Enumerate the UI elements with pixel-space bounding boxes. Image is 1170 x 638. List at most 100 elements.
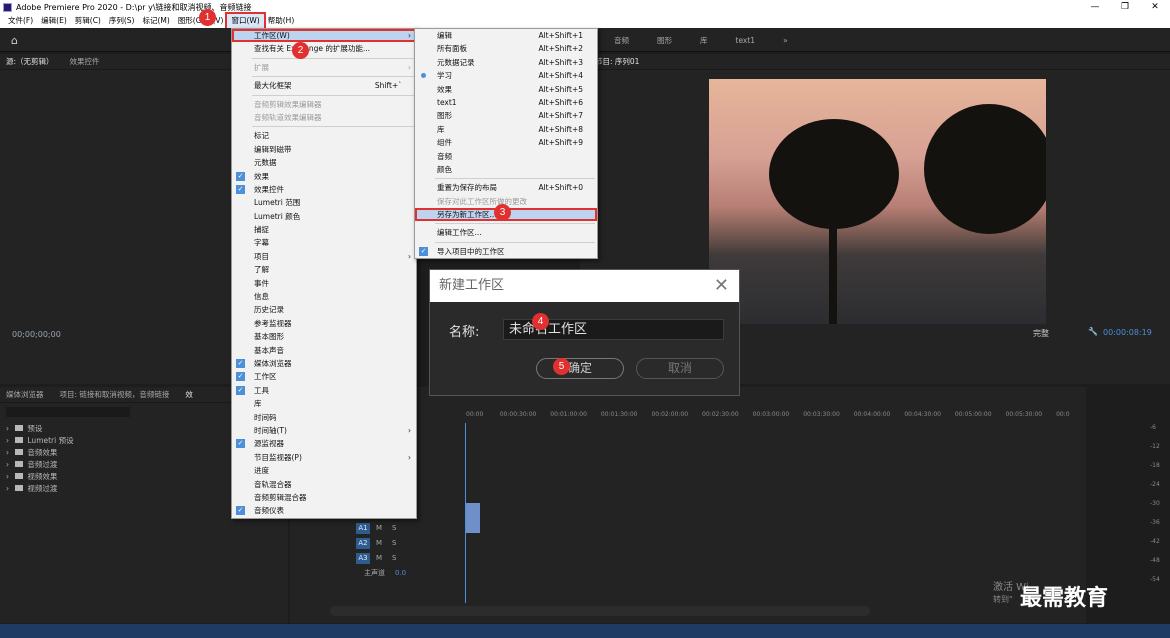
window_menu-item[interactable]: 元数据: [232, 156, 416, 169]
window_menu-item[interactable]: 捕捉: [232, 223, 416, 236]
workspace_submenu-item[interactable]: 音频: [415, 150, 597, 163]
maximize-button[interactable]: ❐: [1110, 0, 1140, 14]
window_menu-item[interactable]: Lumetri 范围: [232, 196, 416, 209]
window_menu-item[interactable]: ✓ 源监视器: [232, 437, 416, 450]
workspace_submenu-item[interactable]: 元数据记录 Alt+Shift+3: [415, 56, 597, 69]
step-badge-4: 4: [532, 313, 549, 330]
window_menu-item[interactable]: ✓ 音频仪表: [232, 504, 416, 517]
window_menu-item[interactable]: 音轨混合器: [232, 478, 416, 491]
audio-clip[interactable]: [466, 503, 480, 533]
home-icon[interactable]: ⌂: [11, 34, 18, 47]
window_menu-item[interactable]: Lumetri 颜色: [232, 210, 416, 223]
window_menu-item[interactable]: 节目监视器(P) ›: [232, 451, 416, 464]
track-a2-solo[interactable]: S: [392, 539, 396, 547]
tree-item-lumetri-presets[interactable]: › Lumetri 预设: [6, 435, 74, 446]
window_menu-item[interactable]: 参考监视器: [232, 317, 416, 330]
window_menu-item[interactable]: 基本声音: [232, 344, 416, 357]
track-a2-target[interactable]: A2: [356, 537, 370, 549]
menu-edit[interactable]: 编辑(E): [37, 14, 71, 28]
menu-clip[interactable]: 剪辑(C): [71, 14, 105, 28]
more-workspaces-icon[interactable]: »: [783, 36, 788, 45]
ok-button[interactable]: 确定: [536, 358, 624, 379]
window_menu-item[interactable]: 时间码: [232, 411, 416, 424]
workspace_submenu-item[interactable]: 效果 Alt+Shift+5: [415, 83, 597, 96]
track-a1-target[interactable]: A1: [356, 522, 370, 534]
menu-window[interactable]: 窗口(W): [225, 12, 266, 30]
window_menu-item-label: 基本声音: [254, 345, 284, 355]
tab-graphics[interactable]: 图形: [657, 35, 672, 46]
tab-media-browser[interactable]: 媒体浏览器: [6, 389, 44, 400]
track-a1-solo[interactable]: S: [392, 524, 396, 532]
tree-item-presets[interactable]: › 预设: [6, 423, 42, 434]
tree-item-video-transitions[interactable]: › 视频过渡: [6, 483, 57, 494]
menu-help[interactable]: 帮助(H): [264, 14, 299, 28]
tab-source[interactable]: 源:（无剪辑）: [6, 56, 54, 67]
effects-search-input[interactable]: [6, 407, 130, 417]
tab-audio[interactable]: 音频: [614, 35, 629, 46]
window_menu-item[interactable]: ✓ 工具: [232, 384, 416, 397]
window_menu-item[interactable]: ✓ 工作区: [232, 370, 416, 383]
track-a1-mute[interactable]: M: [376, 524, 382, 532]
window_menu-item[interactable]: 音频剪辑混合器: [232, 491, 416, 504]
tree-item-audio-effects[interactable]: › 音频效果: [6, 447, 57, 458]
workspace_submenu-item[interactable]: 重置为保存的布局 Alt+Shift+0: [415, 181, 597, 194]
program-timecode[interactable]: 00:00:08:19: [1103, 328, 1152, 337]
window_menu-item[interactable]: ✓ 效果控件: [232, 183, 416, 196]
timeline-horizontal-scrollbar[interactable]: [330, 606, 870, 616]
window_menu-item[interactable]: 库: [232, 397, 416, 410]
window_menu-item[interactable]: 字幕: [232, 236, 416, 249]
window_menu-item[interactable]: 时间轴(T) ›: [232, 424, 416, 437]
window_menu-item[interactable]: 进度: [232, 464, 416, 477]
tab-effect-controls[interactable]: 效果控件: [70, 56, 100, 67]
window_menu-item[interactable]: 了解: [232, 263, 416, 276]
window_menu-item[interactable]: 标记: [232, 129, 416, 142]
workspace_submenu-item[interactable]: text1 Alt+Shift+6: [415, 96, 597, 109]
workspace_submenu-item[interactable]: 编辑 Alt+Shift+1: [415, 29, 597, 42]
minimize-button[interactable]: —: [1080, 0, 1110, 14]
tab-text1[interactable]: text1: [736, 36, 756, 45]
track-a3-mute[interactable]: M: [376, 554, 382, 562]
window_menu-item[interactable]: ✓ 媒体浏览器: [232, 357, 416, 370]
window_menu-item[interactable]: 查找有关 Exchange 的扩展功能...: [232, 42, 416, 55]
source-timecode[interactable]: 00;00;00;00: [12, 330, 61, 339]
tab-project[interactable]: 项目: 链接和取消视频，音频链接: [60, 389, 170, 400]
close-button[interactable]: ✕: [1140, 0, 1170, 14]
menu-markers[interactable]: 标记(M): [138, 14, 173, 28]
workspace_submenu-item[interactable]: 颜色: [415, 163, 597, 176]
program-fit-select[interactable]: 完整: [1033, 328, 1049, 339]
timeline-ruler[interactable]: 00:00 00:00:30:00 00:01:00:00 00:01:30:0…: [466, 411, 1076, 423]
track-a3-solo[interactable]: S: [392, 554, 396, 562]
window_menu-item[interactable]: 编辑到磁带: [232, 143, 416, 156]
window_menu-item[interactable]: ✓ 效果: [232, 170, 416, 183]
workspace_submenu-item[interactable]: ✓ 导入项目中的工作区: [415, 245, 597, 258]
window_menu-item[interactable]: 事件: [232, 277, 416, 290]
menu-sequence[interactable]: 序列(S): [105, 14, 139, 28]
workspace_submenu-item[interactable]: 学习 Alt+Shift+4: [415, 69, 597, 82]
tab-effects[interactable]: 效: [185, 389, 193, 400]
window_menu-item[interactable]: 历史记录: [232, 303, 416, 316]
track-a2-mute[interactable]: M: [376, 539, 382, 547]
window_menu-item[interactable]: 信息: [232, 290, 416, 303]
menu-file[interactable]: 文件(F): [4, 14, 37, 28]
wrench-icon[interactable]: 🔧: [1088, 327, 1098, 336]
workspace_submenu-item[interactable]: 编辑工作区...: [415, 226, 597, 239]
workspace_submenu-item-label: 编辑: [437, 31, 452, 40]
cancel-button[interactable]: 取消: [636, 358, 724, 379]
workspace_submenu-item[interactable]: 图形 Alt+Shift+7: [415, 109, 597, 122]
tree-item-video-effects[interactable]: › 视频效果: [6, 471, 57, 482]
workspace_submenu-item[interactable]: 组件 Alt+Shift+9: [415, 136, 597, 149]
window_menu-item[interactable]: 项目 ›: [232, 250, 416, 263]
workspace_submenu-item[interactable]: 所有面板 Alt+Shift+2: [415, 42, 597, 55]
tab-library[interactable]: 库: [700, 35, 708, 46]
workspace_submenu-item[interactable]: 库 Alt+Shift+8: [415, 123, 597, 136]
window_menu-item[interactable]: 基本图形: [232, 330, 416, 343]
window_menu-item[interactable]: 最大化框架 Shift+`: [232, 79, 416, 92]
tree-item-audio-transitions[interactable]: › 音频过渡: [6, 459, 57, 470]
window_menu-item[interactable]: 工作区(W) ›: [232, 29, 416, 43]
workspace_submenu-item-shortcut: Alt+Shift+1: [538, 31, 583, 40]
dialog-close-icon[interactable]: ✕: [714, 270, 729, 302]
track-a3-target[interactable]: A3: [356, 552, 370, 564]
meter-tick: -12: [1150, 443, 1160, 450]
tab-program[interactable]: 节目: 序列01: [595, 56, 639, 67]
master-track-value[interactable]: 0.0: [395, 569, 406, 577]
